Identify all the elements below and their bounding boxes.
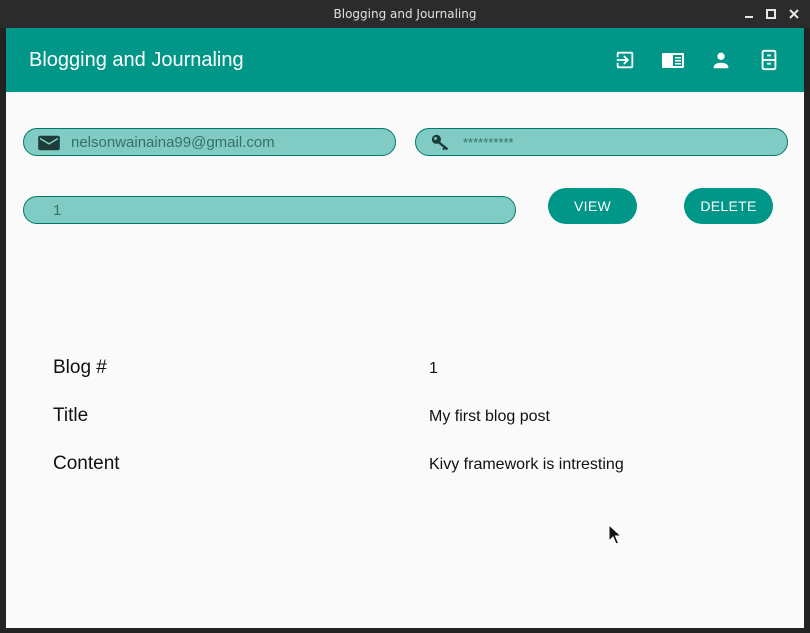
view-button[interactable]: VIEW bbox=[548, 188, 637, 224]
file-cabinet-icon[interactable] bbox=[757, 48, 781, 72]
email-field[interactable] bbox=[23, 128, 396, 156]
main-content: VIEW DELETE Blog # 1 Title My first blog… bbox=[6, 92, 804, 628]
email-icon bbox=[38, 132, 60, 154]
app-window: Blogging and Journaling Blogging and Jou… bbox=[0, 0, 810, 633]
maximize-icon[interactable] bbox=[764, 7, 778, 21]
blog-id-field[interactable] bbox=[23, 196, 516, 224]
mouse-cursor-icon bbox=[608, 523, 623, 551]
minimize-icon[interactable] bbox=[742, 7, 756, 21]
window-title: Blogging and Journaling bbox=[333, 7, 477, 21]
content-value: Kivy framework is intresting bbox=[429, 456, 624, 473]
password-field[interactable] bbox=[415, 128, 788, 156]
email-input[interactable] bbox=[71, 129, 381, 155]
blog-number-value: 1 bbox=[429, 360, 438, 377]
toolbar-title: Blogging and Journaling bbox=[29, 49, 244, 71]
window-titlebar: Blogging and Journaling bbox=[0, 0, 810, 28]
blog-number-label: Blog # bbox=[53, 357, 107, 378]
login-icon[interactable] bbox=[613, 48, 637, 72]
app-toolbar: Blogging and Journaling bbox=[6, 28, 804, 92]
delete-button[interactable]: DELETE bbox=[684, 188, 773, 224]
title-value: My first blog post bbox=[429, 408, 550, 425]
title-label: Title bbox=[53, 405, 89, 426]
account-icon[interactable] bbox=[709, 48, 733, 72]
password-input[interactable] bbox=[463, 129, 773, 155]
blog-id-input[interactable] bbox=[53, 197, 503, 223]
content-label: Content bbox=[53, 453, 120, 474]
book-open-icon[interactable] bbox=[661, 48, 685, 72]
window-bottom-border bbox=[0, 628, 810, 633]
close-icon[interactable] bbox=[787, 7, 801, 21]
key-icon bbox=[430, 132, 452, 154]
